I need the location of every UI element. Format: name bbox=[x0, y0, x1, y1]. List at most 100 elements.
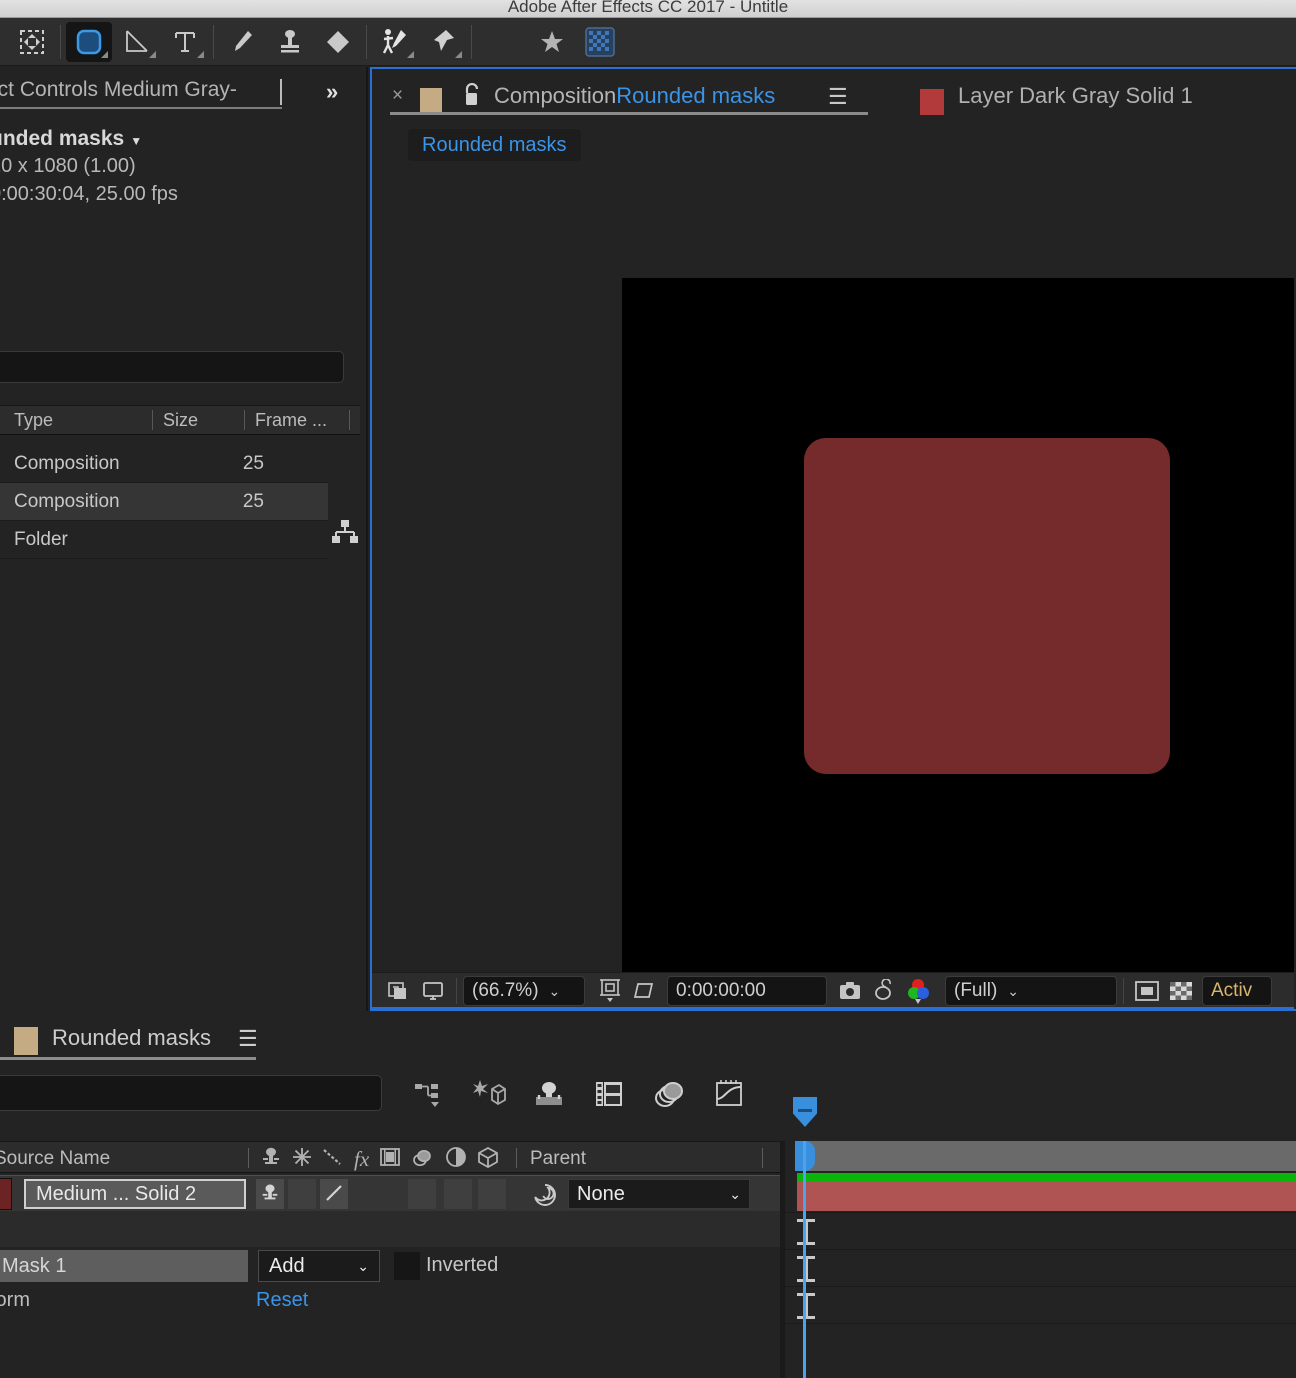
adjustment-layer-icon[interactable] bbox=[445, 1146, 467, 1173]
layer-color-chip[interactable] bbox=[0, 1178, 12, 1210]
tab-text-caret bbox=[280, 79, 282, 105]
motion-blur-icon[interactable] bbox=[648, 1073, 690, 1115]
tab-effect-controls[interactable]: ect Controls Medium Gray- bbox=[0, 78, 237, 102]
column-source-name[interactable]: Source Name bbox=[0, 1148, 110, 1170]
layer-collapse-switch[interactable] bbox=[288, 1179, 316, 1209]
layer-switch-icons: fx bbox=[260, 1146, 499, 1173]
transparency-grid-icon[interactable] bbox=[577, 22, 623, 62]
project-row-1[interactable]: Composition 25 bbox=[0, 445, 328, 483]
view-select[interactable]: Activ bbox=[1202, 976, 1272, 1006]
composition-mini-flowchart-icon[interactable] bbox=[408, 1073, 450, 1115]
eraser-tool[interactable] bbox=[315, 22, 361, 62]
mask-inverted-label: Inverted bbox=[426, 1254, 499, 1276]
clone-stamp-tool[interactable] bbox=[267, 22, 313, 62]
layer-motionblur-switch[interactable] bbox=[478, 1179, 506, 1209]
comp-active-tab-underline bbox=[390, 112, 868, 115]
transform-reset-button[interactable]: Reset bbox=[256, 1289, 308, 1312]
layer-duration-bar[interactable] bbox=[797, 1181, 1296, 1211]
tool-flyout-arrow bbox=[455, 50, 462, 58]
layer-frameblend-switch[interactable] bbox=[444, 1179, 472, 1209]
comp-name-heading[interactable]: unded masks ▼ bbox=[0, 127, 178, 151]
timeline-search-input[interactable] bbox=[0, 1075, 382, 1111]
view-value: Activ bbox=[1211, 980, 1253, 1001]
current-time-field[interactable]: 0:00:00:00 bbox=[667, 976, 827, 1006]
shy-icon[interactable] bbox=[260, 1146, 282, 1173]
column-frame[interactable]: Frame ... bbox=[255, 410, 327, 431]
layer-fx-switch[interactable] bbox=[408, 1179, 436, 1209]
pen-tool[interactable] bbox=[114, 22, 160, 62]
comp-canvas[interactable] bbox=[622, 278, 1294, 972]
three-d-layer-icon[interactable] bbox=[477, 1146, 499, 1173]
mask-mode-select[interactable]: Add ⌄ bbox=[258, 1250, 380, 1282]
layer-source-name[interactable]: Medium ... Solid 2 bbox=[24, 1179, 246, 1209]
timeline-empty-row bbox=[0, 1211, 785, 1247]
graph-editor-icon[interactable] bbox=[708, 1073, 750, 1115]
graph-row-divider bbox=[785, 1212, 1296, 1213]
effects-fx-icon[interactable]: fx bbox=[354, 1147, 369, 1172]
main-viewer-icon[interactable] bbox=[416, 976, 450, 1006]
frame-blend-icon[interactable] bbox=[379, 1147, 401, 1172]
favorites-star-icon[interactable] bbox=[529, 22, 575, 62]
layer-parent-select[interactable]: None ⌄ bbox=[568, 1179, 750, 1209]
comp-name-text: unded masks bbox=[0, 127, 125, 150]
project-row-3[interactable]: Folder bbox=[0, 521, 328, 559]
always-preview-icon[interactable] bbox=[382, 976, 416, 1006]
timeline-panel-menu-icon[interactable]: ☰ bbox=[238, 1026, 258, 1052]
time-marker-ibeam[interactable] bbox=[797, 1293, 815, 1319]
transform-row[interactable]: form Reset bbox=[0, 1289, 785, 1323]
comp-bottom-toolbar: (66.7%) ⌄ 0:00:00:00 (Full) ⌄ Activ bbox=[372, 972, 1294, 1011]
roto-brush-tool[interactable] bbox=[372, 22, 418, 62]
panel-expand-chevron[interactable]: » bbox=[326, 79, 338, 105]
snapshot-icon[interactable] bbox=[833, 976, 867, 1006]
layer-tab-title[interactable]: Layer Dark Gray Solid 1 bbox=[958, 83, 1193, 109]
layer-shy-switch[interactable] bbox=[256, 1179, 284, 1209]
timeline-graph-area[interactable] bbox=[785, 1097, 1296, 1378]
transparency-grid-icon[interactable] bbox=[1164, 976, 1198, 1006]
brush-tool[interactable] bbox=[219, 22, 265, 62]
region-of-interest-icon[interactable] bbox=[593, 976, 627, 1006]
column-parent[interactable]: Parent bbox=[530, 1148, 586, 1170]
frame-blending-icon[interactable] bbox=[588, 1073, 630, 1115]
timeline-comp-swatch bbox=[14, 1027, 38, 1055]
hide-shy-layers-icon[interactable] bbox=[528, 1073, 570, 1115]
project-search-input[interactable] bbox=[0, 351, 344, 383]
comp-sub-tab[interactable]: Rounded masks bbox=[408, 129, 581, 161]
project-row-2[interactable]: Composition 25 bbox=[0, 483, 328, 521]
puppet-pin-tool[interactable] bbox=[420, 22, 466, 62]
motion-blur-icon[interactable] bbox=[411, 1147, 435, 1172]
grid-guides-icon[interactable] bbox=[627, 976, 661, 1006]
show-snapshot-icon[interactable] bbox=[867, 976, 901, 1006]
column-type[interactable]: Type bbox=[14, 410, 53, 431]
quality-icon[interactable] bbox=[322, 1147, 344, 1172]
type-tool[interactable] bbox=[162, 22, 208, 62]
comp-stage[interactable] bbox=[372, 172, 1294, 972]
comp-tab-title[interactable]: CompositionRounded masks bbox=[494, 83, 775, 109]
rounded-rect-mask[interactable] bbox=[804, 438, 1170, 774]
mask-inverted-checkbox[interactable] bbox=[394, 1252, 420, 1280]
mask-name-label[interactable]: Mask 1 bbox=[0, 1250, 248, 1282]
region-toggle-icon[interactable] bbox=[1130, 976, 1164, 1006]
chevron-down-icon: ⌄ bbox=[729, 1185, 741, 1202]
chevron-down-icon: ⌄ bbox=[1007, 982, 1020, 999]
rounded-rectangle-tool[interactable] bbox=[66, 21, 112, 62]
layer-blend-mode-icon[interactable] bbox=[532, 1182, 558, 1213]
close-icon[interactable]: × bbox=[392, 85, 403, 107]
table-row[interactable]: Medium ... Solid 2 None ⌄ bbox=[0, 1175, 785, 1211]
time-marker-ibeam[interactable] bbox=[797, 1256, 815, 1282]
mask-row[interactable]: Mask 1 Add ⌄ Inverted bbox=[0, 1250, 785, 1286]
lock-icon[interactable] bbox=[462, 82, 482, 113]
column-size[interactable]: Size bbox=[163, 410, 198, 431]
channel-rgb-icon[interactable] bbox=[901, 976, 941, 1006]
timeline-comp-title[interactable]: Rounded masks bbox=[52, 1025, 211, 1051]
toolbar-divider-2 bbox=[213, 24, 214, 59]
selection-tool[interactable] bbox=[9, 22, 55, 62]
comp-panel-menu-icon[interactable]: ☰ bbox=[828, 84, 848, 110]
collapse-transform-icon[interactable] bbox=[292, 1147, 312, 1172]
resolution-select[interactable]: (Full) ⌄ bbox=[945, 976, 1117, 1006]
layer-quality-switch[interactable] bbox=[320, 1179, 348, 1209]
time-marker-ibeam[interactable] bbox=[797, 1219, 815, 1245]
row-type: Composition bbox=[14, 491, 120, 512]
playhead-line[interactable] bbox=[803, 1141, 806, 1378]
draft-3d-icon[interactable] bbox=[468, 1073, 510, 1115]
zoom-level-select[interactable]: (66.7%) ⌄ bbox=[463, 976, 585, 1006]
